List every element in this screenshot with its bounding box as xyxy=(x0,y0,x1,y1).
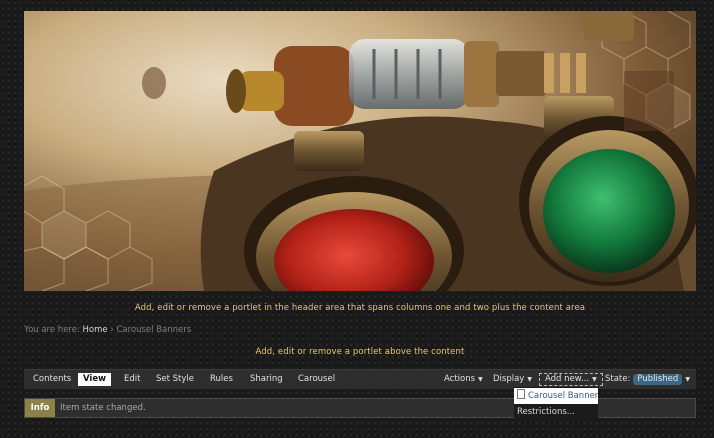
state-menu[interactable]: State: Published ▼ xyxy=(600,373,695,386)
menu-item-label: Carousel Banner xyxy=(528,391,599,401)
breadcrumb-prefix: You are here: xyxy=(24,325,80,335)
tab-contents[interactable]: Contents xyxy=(28,373,76,386)
tab-view[interactable]: View xyxy=(78,373,111,386)
state-label: State: xyxy=(605,374,631,384)
add-new-label: Add new... xyxy=(545,374,590,384)
breadcrumb: You are here: Home › Carousel Banners xyxy=(24,325,191,335)
actions-menu[interactable]: Actions ▼ xyxy=(439,373,488,386)
breadcrumb-separator: › xyxy=(110,325,114,335)
add-new-dropdown: Carousel Banner Restrictions... xyxy=(514,387,598,420)
chevron-down-icon: ▼ xyxy=(592,376,597,383)
breadcrumb-home-link[interactable]: Home xyxy=(83,325,108,335)
chevron-down-icon: ▼ xyxy=(527,376,532,383)
chevron-down-icon: ▼ xyxy=(478,376,483,383)
tab-carousel[interactable]: Carousel xyxy=(293,373,340,386)
display-menu[interactable]: Display ▼ xyxy=(488,373,537,386)
header-portlet-manager-link[interactable]: Add, edit or remove a portlet in the hea… xyxy=(24,303,696,313)
actions-label: Actions xyxy=(444,374,476,384)
above-content-portlet-manager-link[interactable]: Add, edit or remove a portlet above the … xyxy=(24,347,696,357)
tab-edit[interactable]: Edit xyxy=(119,373,145,386)
tab-rules[interactable]: Rules xyxy=(205,373,238,386)
menu-item-restrictions[interactable]: Restrictions... xyxy=(514,404,598,420)
status-label: Info xyxy=(25,399,55,417)
state-badge: Published xyxy=(633,374,683,385)
document-icon xyxy=(517,389,525,399)
breadcrumb-current: Carousel Banners xyxy=(116,325,192,335)
add-new-menu[interactable]: Add new... ▼ xyxy=(539,373,603,386)
display-label: Display xyxy=(493,374,525,384)
header-banner-image xyxy=(24,11,696,291)
menu-item-carousel-banner[interactable]: Carousel Banner xyxy=(514,388,598,404)
tab-set-style[interactable]: Set Style xyxy=(151,373,199,386)
chevron-down-icon: ▼ xyxy=(685,376,690,383)
tab-sharing[interactable]: Sharing xyxy=(245,373,288,386)
status-text: Item state changed. xyxy=(60,403,146,413)
